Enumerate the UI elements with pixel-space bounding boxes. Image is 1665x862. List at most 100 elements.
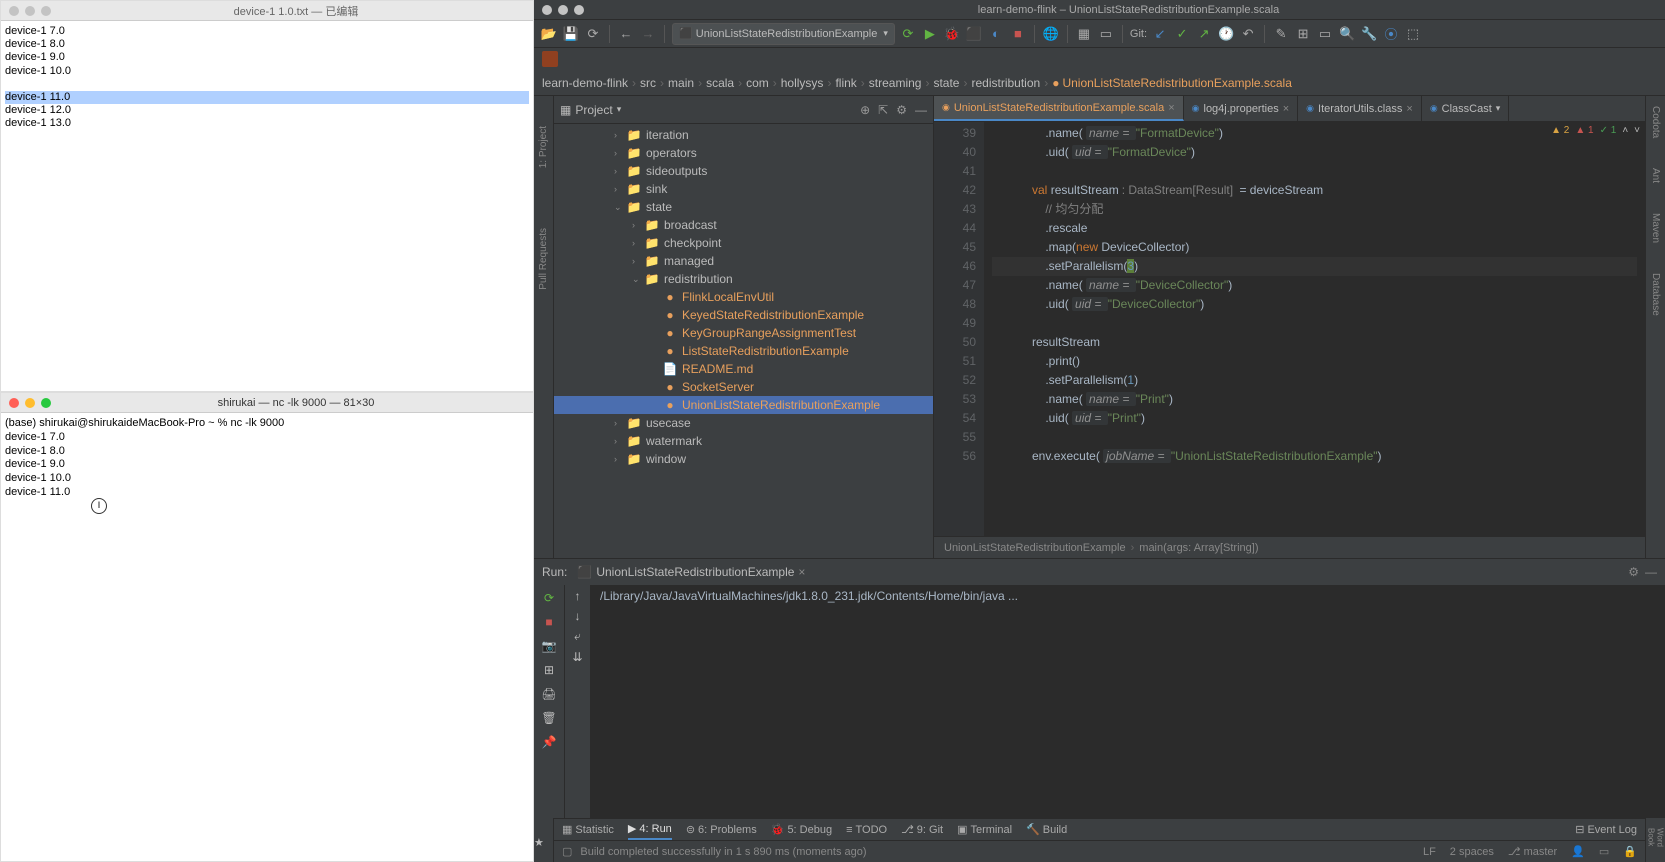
- warning-badge[interactable]: ▲ 2: [1551, 125, 1569, 136]
- editor-tab[interactable]: ◉UnionListStateRedistributionExample.sca…: [934, 96, 1184, 121]
- tree-item[interactable]: ●ListStateRedistributionExample: [554, 342, 933, 360]
- git-revert-icon[interactable]: ↶: [1239, 25, 1257, 43]
- forward-icon[interactable]: →: [639, 25, 657, 43]
- maximize-icon[interactable]: [41, 398, 51, 408]
- hide-icon[interactable]: —: [915, 103, 927, 117]
- gear-icon[interactable]: ⚙: [896, 103, 907, 117]
- maven-tab[interactable]: Maven: [1650, 213, 1661, 243]
- run-output[interactable]: /Library/Java/JavaVirtualMachines/jdk1.8…: [590, 585, 1665, 818]
- close-icon[interactable]: [9, 6, 19, 16]
- ok-badge[interactable]: ✓ 1: [1600, 125, 1617, 136]
- tree-item[interactable]: ●KeyGroupRangeAssignmentTest: [554, 324, 933, 342]
- git-commit-icon[interactable]: ✓: [1173, 25, 1191, 43]
- editor-breadcrumb[interactable]: UnionListStateRedistributionExample › ma…: [934, 536, 1645, 558]
- tool-windows-icon[interactable]: ▢: [562, 845, 572, 858]
- maximize-icon[interactable]: [41, 6, 51, 16]
- run-reload-icon[interactable]: ⟳: [899, 25, 917, 43]
- notification-icon[interactable]: ▭: [1599, 845, 1609, 858]
- tree-item[interactable]: ●FlinkLocalEnvUtil: [554, 288, 933, 306]
- tree-item[interactable]: 📄README.md: [554, 360, 933, 378]
- rerun-icon[interactable]: ⟳: [540, 589, 558, 607]
- breadcrumb[interactable]: learn-demo-flink›src›main›scala›com›holl…: [534, 70, 1665, 96]
- git-history-icon[interactable]: 🕐: [1217, 25, 1235, 43]
- database-tab[interactable]: Database: [1650, 273, 1661, 316]
- git-push-icon[interactable]: ↗: [1195, 25, 1213, 43]
- up-icon[interactable]: ↑: [575, 589, 581, 603]
- tree-item[interactable]: ›📁usecase: [554, 414, 933, 432]
- statistic-tab[interactable]: ▦ Statistic: [562, 823, 614, 836]
- tree-item[interactable]: ›📁checkpoint: [554, 234, 933, 252]
- error-badge[interactable]: ▲ 1: [1575, 125, 1593, 136]
- close-icon[interactable]: [9, 398, 19, 408]
- debug-tab[interactable]: 🐞 5: Debug: [771, 823, 832, 836]
- save-icon[interactable]: 💾: [562, 25, 580, 43]
- minimize-icon[interactable]: [25, 6, 35, 16]
- pin-icon[interactable]: 📌: [540, 733, 558, 751]
- tree-item[interactable]: ⌄📁redistribution: [554, 270, 933, 288]
- browser-icon[interactable]: 🌐: [1042, 25, 1060, 43]
- star-icon[interactable]: ★: [534, 836, 544, 849]
- back-icon[interactable]: ←: [617, 25, 635, 43]
- add-icon[interactable]: ⊞: [1294, 25, 1312, 43]
- terminal-tab[interactable]: ▣ Terminal: [957, 823, 1012, 836]
- camera-icon[interactable]: 📷: [540, 637, 558, 655]
- layout-icon[interactable]: ▦: [1075, 25, 1093, 43]
- stop-icon[interactable]: ■: [1009, 25, 1027, 43]
- pull-requests-tab[interactable]: Pull Requests: [538, 228, 549, 290]
- minimize-icon[interactable]: [25, 398, 35, 408]
- target-icon[interactable]: ⊕: [860, 103, 870, 117]
- layout-icon[interactable]: ▭: [1097, 25, 1115, 43]
- tree-item[interactable]: ●UnionListStateRedistributionExample: [554, 396, 933, 414]
- tree-item[interactable]: ›📁watermark: [554, 432, 933, 450]
- hide-icon[interactable]: —: [1645, 565, 1657, 579]
- wordbook-tab[interactable]: Word Book: [1647, 828, 1665, 862]
- editor-tab[interactable]: ◉IteratorUtils.class×: [1298, 96, 1422, 121]
- delete-icon[interactable]: 🗑: [540, 709, 558, 727]
- tree-item[interactable]: ⌄📁state: [554, 198, 933, 216]
- scroll-icon[interactable]: ⇊: [572, 650, 582, 664]
- up-icon[interactable]: ˄: [1622, 125, 1628, 136]
- tree-item[interactable]: ›📁operators: [554, 144, 933, 162]
- terminal-content[interactable]: (base) shirukai@shirukaideMacBook-Pro ~ …: [1, 413, 533, 504]
- editor-tab[interactable]: ◉log4j.properties×: [1184, 96, 1299, 121]
- tree-item[interactable]: ●KeyedStateRedistributionExample: [554, 306, 933, 324]
- down-icon[interactable]: ˅: [1634, 125, 1640, 136]
- tree-item[interactable]: ›📁managed: [554, 252, 933, 270]
- tree-item[interactable]: ›📁broadcast: [554, 216, 933, 234]
- gear-icon[interactable]: ⚙: [1628, 565, 1639, 579]
- run-tab[interactable]: ▶ 4: Run: [628, 819, 672, 840]
- build-tab[interactable]: 🔨 Build: [1026, 823, 1067, 836]
- tree-item[interactable]: ›📁sideoutputs: [554, 162, 933, 180]
- collapse-icon[interactable]: ⇱: [878, 103, 888, 117]
- down-icon[interactable]: ↓: [575, 609, 581, 623]
- code-content[interactable]: .name( name = "FormatDevice") .uid( uid …: [984, 122, 1645, 536]
- wrap-icon[interactable]: ⤶: [574, 629, 581, 644]
- minimize-icon[interactable]: [558, 5, 568, 15]
- git-branch[interactable]: ⎇ master: [1508, 845, 1557, 858]
- line-ending[interactable]: LF: [1423, 846, 1436, 858]
- indent-info[interactable]: 2 spaces: [1450, 846, 1494, 858]
- profile-icon[interactable]: ◐: [987, 25, 1005, 43]
- window-icon[interactable]: ▭: [1316, 25, 1334, 43]
- git-tab[interactable]: ⎇ 9: Git: [901, 823, 943, 836]
- event-log-tab[interactable]: ⊟ Event Log: [1575, 823, 1637, 836]
- close-icon[interactable]: [542, 5, 552, 15]
- edit-icon[interactable]: ✎: [1272, 25, 1290, 43]
- tools-icon[interactable]: 🔧: [1360, 25, 1378, 43]
- toggle-icon[interactable]: ⦿: [1382, 25, 1400, 43]
- avatar-icon[interactable]: 👤: [1571, 845, 1585, 858]
- lock-icon[interactable]: [1623, 845, 1637, 858]
- tree-item[interactable]: ›📁iteration: [554, 126, 933, 144]
- print-icon[interactable]: 🖨: [540, 685, 558, 703]
- reload-icon[interactable]: ⟳: [584, 25, 602, 43]
- layout-icon[interactable]: ⊞: [540, 661, 558, 679]
- project-tab[interactable]: 1: Project: [538, 126, 549, 168]
- maximize-icon[interactable]: [574, 5, 584, 15]
- project-tree[interactable]: ›📁iteration›📁operators›📁sideoutputs›📁sin…: [554, 124, 933, 558]
- todo-tab[interactable]: ≡ TODO: [846, 824, 887, 836]
- run-icon[interactable]: ▶: [921, 25, 939, 43]
- text-editor-content[interactable]: device-1 7.0device-1 8.0device-1 9.0devi…: [1, 21, 533, 135]
- debug-icon[interactable]: 🐞: [943, 25, 961, 43]
- codota-tab[interactable]: Codota: [1650, 106, 1661, 138]
- settings-icon[interactable]: ⬚: [1404, 25, 1422, 43]
